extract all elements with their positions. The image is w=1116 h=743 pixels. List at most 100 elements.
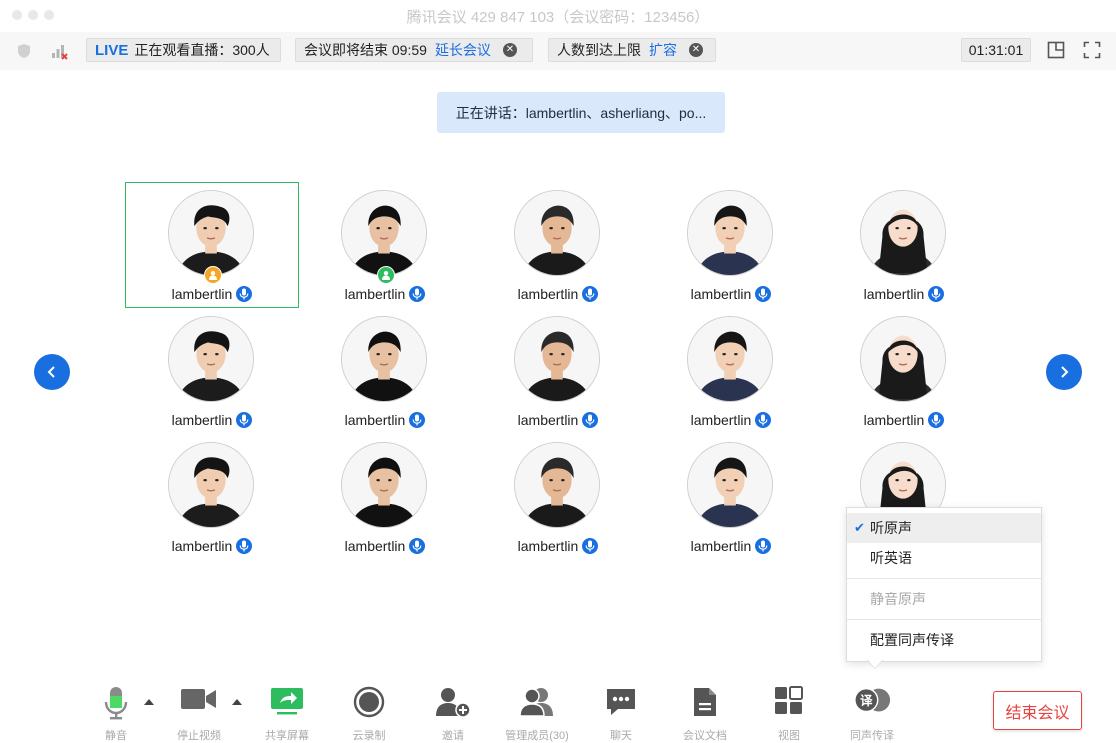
security-shield-icon[interactable] <box>13 40 35 62</box>
participant-name: lambertlin <box>171 538 233 554</box>
menu-item-english[interactable]: 听英语 <box>847 543 1041 573</box>
interpretation-button[interactable]: 译 <box>852 686 892 720</box>
participant-tile[interactable]: lambertlin <box>817 182 991 308</box>
stop-video-label: 停止视频 <box>177 730 221 742</box>
checkmark-icon: ✔ <box>854 520 865 535</box>
close-capacity-notice-icon[interactable]: ✕ <box>689 43 703 57</box>
host-badge-icon <box>204 266 222 284</box>
end-meeting-button[interactable]: 结束会议 <box>993 691 1082 730</box>
avatar <box>341 190 427 276</box>
participant-name: lambertlin <box>690 538 752 554</box>
title-bar: 腾讯会议 429 847 103（会议密码：123456） <box>0 0 1116 32</box>
menu-item-label: 听原声 <box>870 520 912 536</box>
participant-name: lambertlin <box>690 286 752 302</box>
view-label: 视图 <box>778 730 800 742</box>
avatar <box>860 190 946 276</box>
microphone-icon <box>104 687 128 720</box>
participant-tile[interactable]: lambertlin <box>817 308 991 434</box>
participant-tile[interactable]: lambertlin <box>644 182 818 308</box>
avatar <box>168 190 254 276</box>
participant-tile[interactable]: lambertlin <box>644 308 818 434</box>
share-screen-button[interactable] <box>267 686 307 720</box>
participant-name: lambertlin <box>344 286 406 302</box>
cloud-record-label: 云录制 <box>352 730 386 742</box>
share-screen-label: 共享屏幕 <box>265 730 309 742</box>
participant-tile[interactable]: lambertlin <box>125 434 299 560</box>
participant-name-row: lambertlin <box>644 412 818 428</box>
meeting-ending-text: 会议即将结束 09:59 <box>304 42 427 58</box>
avatar <box>687 442 773 528</box>
stop-video-button[interactable] <box>179 686 219 720</box>
participant-tile[interactable]: lambertlin <box>125 308 299 434</box>
participant-name: lambertlin <box>517 412 579 428</box>
video-options-caret[interactable] <box>232 699 242 705</box>
participant-name-row: lambertlin <box>298 412 472 428</box>
avatar <box>687 190 773 276</box>
participant-name: lambertlin <box>517 538 579 554</box>
invite-button[interactable] <box>433 686 473 720</box>
chat-button[interactable] <box>601 686 641 720</box>
participant-name: lambertlin <box>344 412 406 428</box>
chevron-left-icon <box>47 366 55 378</box>
fullscreen-icon[interactable] <box>1082 40 1102 60</box>
expand-capacity-link[interactable]: 扩容 <box>649 40 677 60</box>
cloud-record-button[interactable] <box>349 686 389 720</box>
avatar <box>687 316 773 402</box>
microphone-icon <box>755 538 772 554</box>
audio-options-caret[interactable] <box>144 699 154 705</box>
participant-name: lambertlin <box>690 412 752 428</box>
microphone-icon <box>236 538 253 554</box>
avatar <box>860 316 946 402</box>
next-page-button[interactable] <box>1046 354 1082 390</box>
menu-item-configure-interpretation[interactable]: 配置同声传译 <box>847 625 1041 655</box>
mute-label: 静音 <box>105 730 127 742</box>
view-button[interactable] <box>769 686 809 720</box>
participant-tile[interactable]: lambertlin <box>298 308 472 434</box>
participant-name-row: lambertlin <box>125 538 299 554</box>
participant-tile[interactable]: lambertlin <box>471 434 645 560</box>
microphone-icon <box>928 286 945 302</box>
microphone-icon <box>582 538 599 554</box>
avatar <box>341 442 427 528</box>
video-camera-icon <box>181 689 216 709</box>
live-viewers-pill[interactable]: LIVE 正在观看直播：300人 <box>86 38 281 62</box>
participant-name: lambertlin <box>863 286 925 302</box>
participant-tile[interactable]: lambertlin <box>644 434 818 560</box>
speaking-banner: 正在讲话：lambertlin、asherliang、po... <box>437 92 725 133</box>
menu-item-label: 听英语 <box>870 550 912 566</box>
network-signal-icon[interactable] <box>48 40 70 62</box>
menu-item-label: 配置同声传译 <box>870 632 954 648</box>
svg-text:译: 译 <box>860 694 873 708</box>
mute-button[interactable] <box>96 686 136 720</box>
participant-tile[interactable]: lambertlin <box>125 182 299 308</box>
previous-page-button[interactable] <box>34 354 70 390</box>
meeting-toolbar: 静音 停止视频 共享屏幕 云录制 邀请 管理成员(30) 聊天 会议文档 视图 … <box>0 678 1116 743</box>
menu-item-label: 静音原声 <box>870 591 926 607</box>
participant-tile[interactable]: lambertlin <box>298 434 472 560</box>
participant-name-row: lambertlin <box>125 412 299 428</box>
info-bar: LIVE 正在观看直播：300人 会议即将结束 09:59 延长会议 ✕ 人数到… <box>0 32 1116 70</box>
participant-tile[interactable]: lambertlin <box>471 182 645 308</box>
participant-name-row: lambertlin <box>471 286 645 302</box>
participant-name-row: lambertlin <box>471 538 645 554</box>
cohost-badge-icon <box>377 266 395 284</box>
participant-tile[interactable]: lambertlin <box>298 182 472 308</box>
extend-meeting-link[interactable]: 延长会议 <box>435 40 491 60</box>
invite-label: 邀请 <box>442 730 464 742</box>
manage-members-button[interactable] <box>517 686 557 720</box>
layout-toggle-icon[interactable] <box>1046 40 1066 60</box>
window-title: 腾讯会议 429 847 103（会议密码：123456） <box>406 9 710 26</box>
menu-divider <box>847 578 1041 579</box>
add-user-icon <box>436 688 471 718</box>
microphone-icon <box>582 412 599 428</box>
close-ending-notice-icon[interactable]: ✕ <box>502 43 517 57</box>
participant-name: lambertlin <box>517 286 579 302</box>
meeting-ending-pill: 会议即将结束 09:59 延长会议 ✕ <box>295 38 533 62</box>
chat-bubble-icon <box>607 689 635 715</box>
avatar <box>514 442 600 528</box>
participant-tile[interactable]: lambertlin <box>471 308 645 434</box>
menu-pointer <box>867 659 883 668</box>
menu-item-original-audio[interactable]: ✔ 听原声 <box>847 513 1041 543</box>
capacity-pill: 人数到达上限 扩容 ✕ <box>548 38 716 62</box>
meeting-docs-button[interactable] <box>685 686 725 720</box>
